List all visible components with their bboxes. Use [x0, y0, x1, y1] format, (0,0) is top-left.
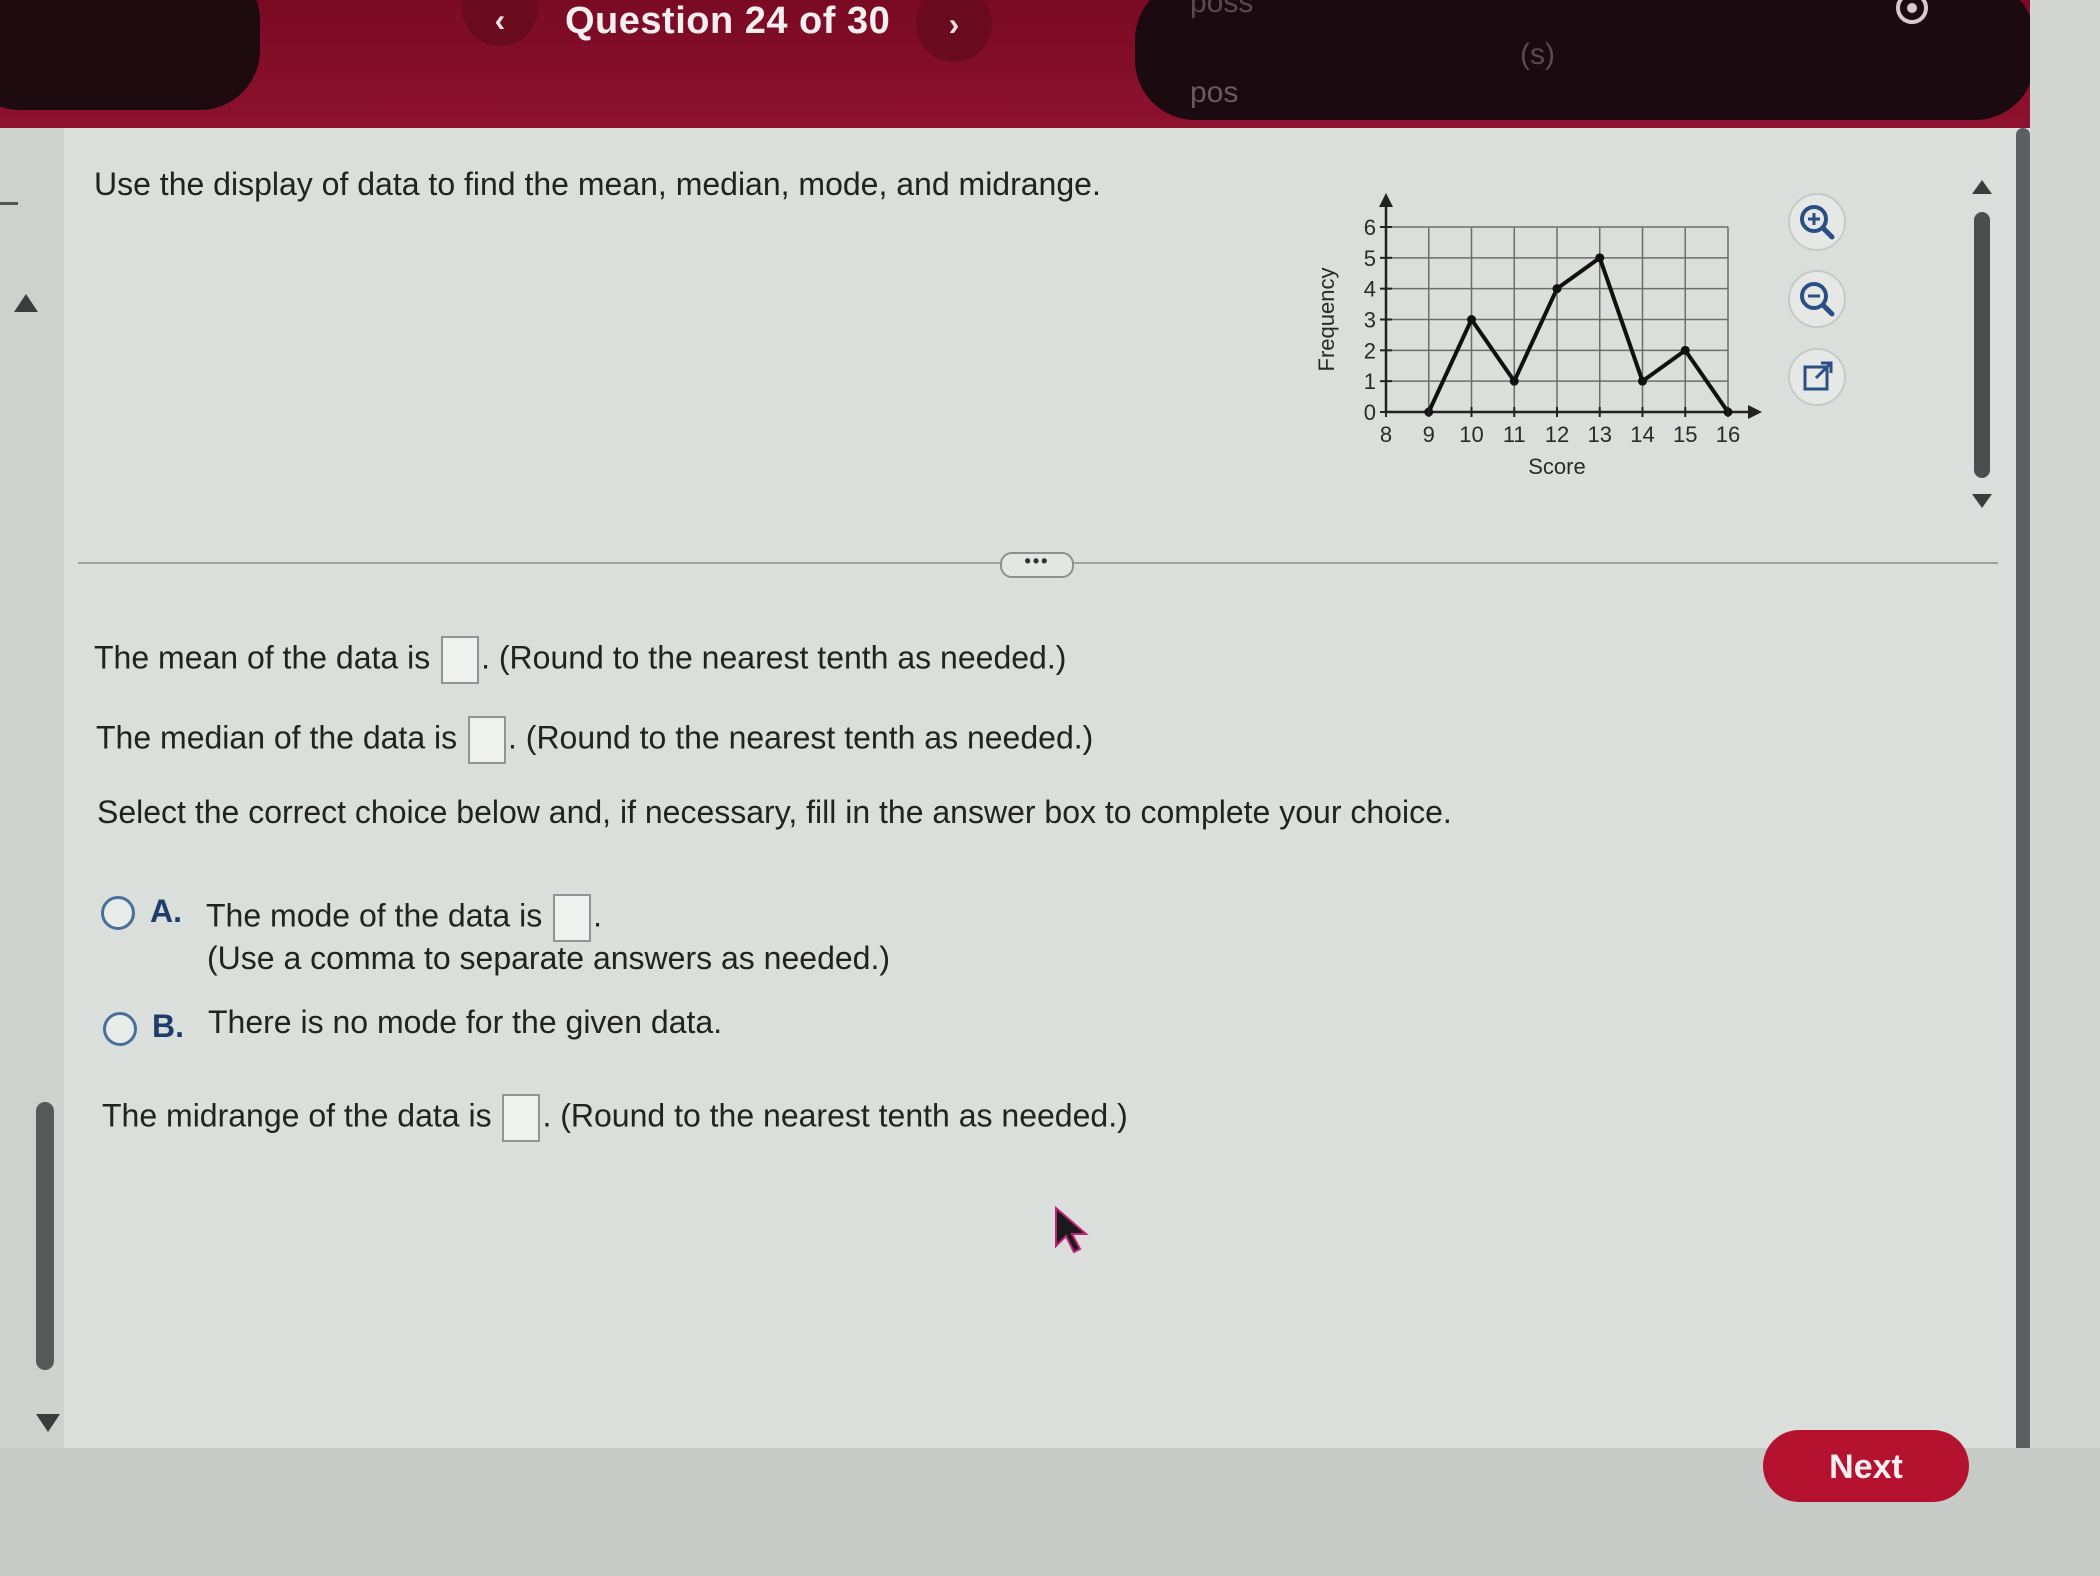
scroll-down-icon[interactable] — [36, 1414, 60, 1432]
zoom-out-button[interactable] — [1788, 270, 1846, 328]
y-tick-label: 3 — [1364, 308, 1376, 333]
x-tick-label: 14 — [1630, 422, 1654, 447]
scroll-up-icon[interactable] — [14, 294, 38, 312]
frequency-polygon-chart: 8 9 10 11 12 13 14 15 160123456 Score Frequency — [1314, 193, 1762, 479]
mode-answer-box[interactable] — [553, 894, 592, 942]
x-tick-label: 8 — [1380, 422, 1392, 447]
median-answer-box[interactable] — [468, 716, 506, 764]
open-new-window-icon — [1803, 361, 1833, 391]
midrange-suffix: . (Round to the nearest tenth as needed.… — [542, 1097, 1128, 1134]
x-tick-label: 9 — [1423, 422, 1435, 447]
expand-button[interactable]: ••• — [1000, 552, 1074, 578]
data-point — [1552, 284, 1562, 294]
zoom-in-button[interactable] — [1788, 193, 1846, 251]
midrange-prefix: The midrange of the data is — [102, 1097, 492, 1134]
data-point — [1638, 376, 1647, 386]
previous-question-button[interactable]: ‹ — [462, 0, 538, 46]
header-bar: ‹ Question 24 of 30 › poss pos (s) — [0, 0, 2030, 128]
median-suffix: . (Round to the nearest tenth as needed.… — [508, 719, 1094, 756]
next-button[interactable]: Next — [1763, 1430, 1969, 1502]
instruction-text: Use the display of data to find the mean… — [94, 166, 1101, 202]
x-tick-label: 13 — [1588, 422, 1612, 447]
mouse-cursor-icon — [1055, 1206, 1089, 1254]
zoom-out-icon — [1800, 282, 1835, 317]
choice-b-radio[interactable] — [103, 1012, 137, 1046]
question-counter: Question 24 of 30 — [565, 0, 891, 42]
select-prompt: Select the correct choice below and, if … — [97, 794, 1452, 830]
mean-prefix: The mean of the data is — [94, 639, 431, 676]
panel-scroll-down-icon[interactable] — [1972, 494, 1992, 508]
faint-header-text: (s) — [1520, 38, 1555, 71]
x-tick-label: 16 — [1716, 422, 1740, 447]
zoom-in-icon — [1800, 205, 1835, 240]
y-tick-label: 4 — [1364, 277, 1376, 302]
choice-a-suffix: . — [593, 897, 602, 934]
scrollbar-thumb[interactable] — [36, 1102, 54, 1370]
y-tick-label: 0 — [1364, 400, 1376, 425]
y-tick-label: 2 — [1364, 338, 1376, 363]
y-tick-label: 5 — [1364, 246, 1376, 271]
faint-header-text: pos — [1190, 76, 1239, 109]
mean-suffix: . (Round to the nearest tenth as needed.… — [481, 639, 1067, 676]
median-prefix: The median of the data is — [96, 719, 458, 756]
page-scrollbar[interactable] — [2016, 128, 2030, 1508]
data-point — [1467, 315, 1476, 324]
open-new-window-button[interactable] — [1788, 348, 1846, 406]
faint-header-text: poss — [1190, 0, 1254, 19]
panel-scrollbar-thumb[interactable] — [1974, 212, 1990, 478]
data-point — [1680, 345, 1690, 355]
divider-mark — [0, 202, 18, 205]
midrange-answer-box[interactable] — [502, 1094, 541, 1142]
mean-question: The mean of the data is . (Round to the … — [94, 636, 1066, 684]
x-axis-arrow — [1748, 405, 1762, 419]
x-tick-label: 12 — [1545, 422, 1569, 447]
choice-a-label: The mode of the data is — [206, 897, 543, 934]
x-tick-label: 15 — [1673, 422, 1697, 447]
midrange-question: The midrange of the data is . (Round to … — [102, 1094, 1128, 1142]
choice-a-text: The mode of the data is . — [206, 894, 602, 942]
next-question-button[interactable]: › — [916, 0, 992, 62]
series-line — [1426, 255, 1730, 414]
x-axis-label: Score — [1528, 454, 1585, 479]
median-question: The median of the data is . (Round to th… — [96, 716, 1093, 764]
data-point — [1595, 253, 1605, 263]
y-tick-label: 6 — [1364, 215, 1376, 240]
data-point — [1509, 376, 1519, 386]
y-axis-arrow — [1379, 193, 1393, 207]
left-scrollbar[interactable] — [0, 128, 64, 1448]
mean-answer-box[interactable] — [441, 636, 480, 684]
choice-a-letter: A. — [150, 893, 182, 929]
choice-b-text: There is no mode for the given data. — [208, 1004, 723, 1040]
choice-a-note: (Use a comma to separate answers as need… — [207, 940, 890, 976]
x-tick-label: 11 — [1503, 422, 1526, 447]
y-tick-label: 1 — [1364, 369, 1376, 394]
choice-b-letter: B. — [152, 1008, 184, 1044]
panel-scroll-up-icon[interactable] — [1972, 180, 1992, 194]
x-tick-label: 10 — [1459, 422, 1483, 447]
choice-a-radio[interactable] — [101, 896, 135, 930]
y-axis-label: Frequency — [1314, 268, 1339, 372]
settings-icon[interactable] — [1890, 0, 1934, 30]
